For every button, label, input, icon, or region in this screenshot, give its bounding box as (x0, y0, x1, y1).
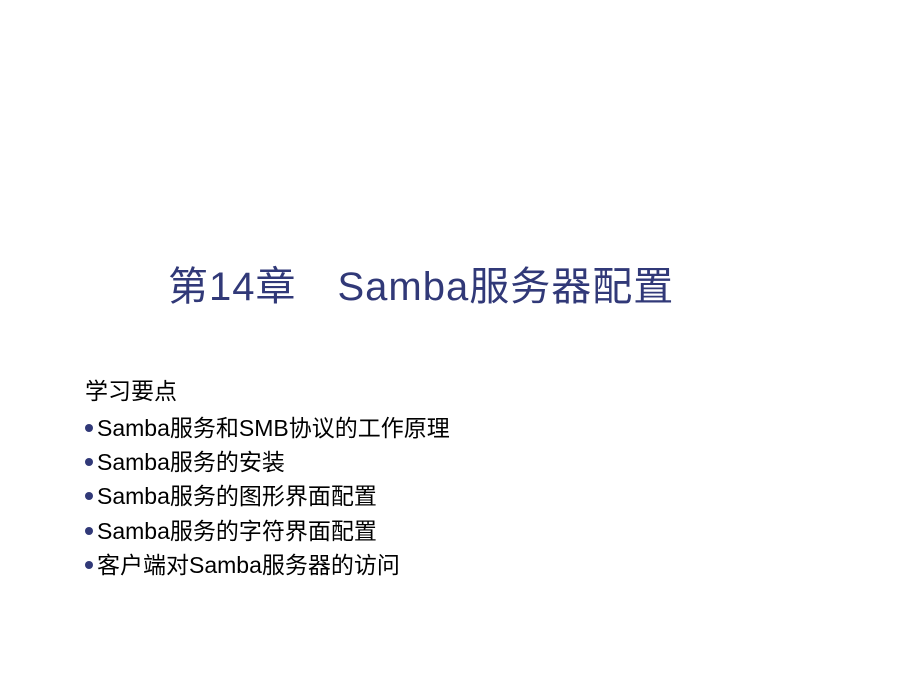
content-heading: 学习要点 (85, 372, 450, 406)
bullet-list: Samba服务和SMB协议的工作原理 Samba服务的安装 Samba服务的图形… (85, 412, 450, 581)
bullet-icon (85, 561, 93, 569)
bullet-text: 客户端对Samba服务器的访问 (97, 549, 400, 581)
list-item: Samba服务的字符界面配置 (85, 515, 450, 547)
bullet-text: Samba服务的图形界面配置 (97, 480, 377, 512)
slide-title: 第14章 Samba服务器配置 (168, 254, 674, 312)
list-item: Samba服务的图形界面配置 (85, 480, 450, 512)
bullet-icon (85, 424, 93, 432)
presentation-slide: 第14章 Samba服务器配置 学习要点 Samba服务和SMB协议的工作原理 … (0, 0, 920, 690)
bullet-text: Samba服务的字符界面配置 (97, 515, 377, 547)
bullet-text: Samba服务和SMB协议的工作原理 (97, 412, 450, 444)
slide-content: 学习要点 Samba服务和SMB协议的工作原理 Samba服务的安装 Samba… (85, 372, 450, 583)
bullet-text: Samba服务的安装 (97, 446, 285, 478)
list-item: Samba服务的安装 (85, 446, 450, 478)
bullet-icon (85, 492, 93, 500)
list-item: Samba服务和SMB协议的工作原理 (85, 412, 450, 444)
bullet-icon (85, 527, 93, 535)
bullet-icon (85, 458, 93, 466)
list-item: 客户端对Samba服务器的访问 (85, 549, 450, 581)
